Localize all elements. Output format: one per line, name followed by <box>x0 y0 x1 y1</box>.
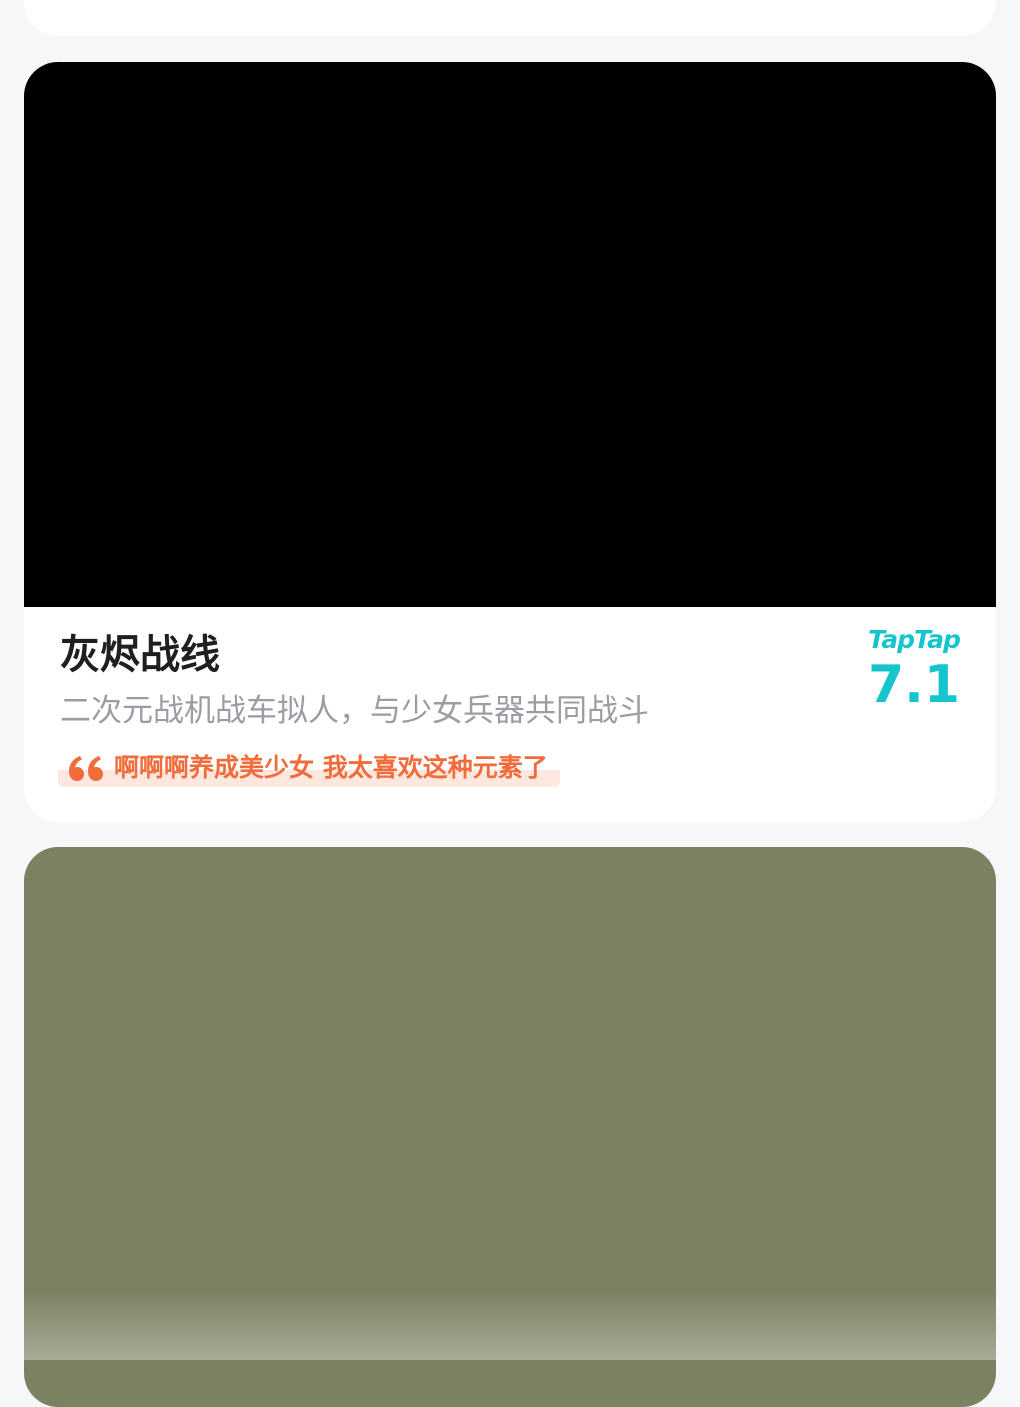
game-info: 灰烬战线 二次元战机战车拟人，与少女兵器共同战斗 啊啊啊养成美少女 我太喜欢这种… <box>24 607 996 822</box>
taptap-rating: TapTap 7.1 <box>862 625 966 713</box>
review-snippet[interactable]: 啊啊啊养成美少女 我太喜欢这种元素了 <box>58 749 560 787</box>
game-cover-media[interactable] <box>24 62 996 607</box>
review-text: 啊啊啊养成美少女 我太喜欢这种元素了 <box>114 753 548 782</box>
next-game-cover-media[interactable] <box>24 847 996 1407</box>
quote-icon <box>69 756 103 781</box>
game-subtitle: 二次元战机战车拟人，与少女兵器共同战斗 <box>60 693 649 729</box>
rating-brand: TapTap <box>868 625 961 654</box>
previous-game-card[interactable] <box>24 0 996 36</box>
game-title[interactable]: 灰烬战线 <box>60 631 220 679</box>
next-game-card[interactable] <box>24 847 996 1407</box>
rating-score: 7.1 <box>867 655 961 715</box>
game-card[interactable]: 灰烬战线 二次元战机战车拟人，与少女兵器共同战斗 啊啊啊养成美少女 我太喜欢这种… <box>24 62 996 822</box>
